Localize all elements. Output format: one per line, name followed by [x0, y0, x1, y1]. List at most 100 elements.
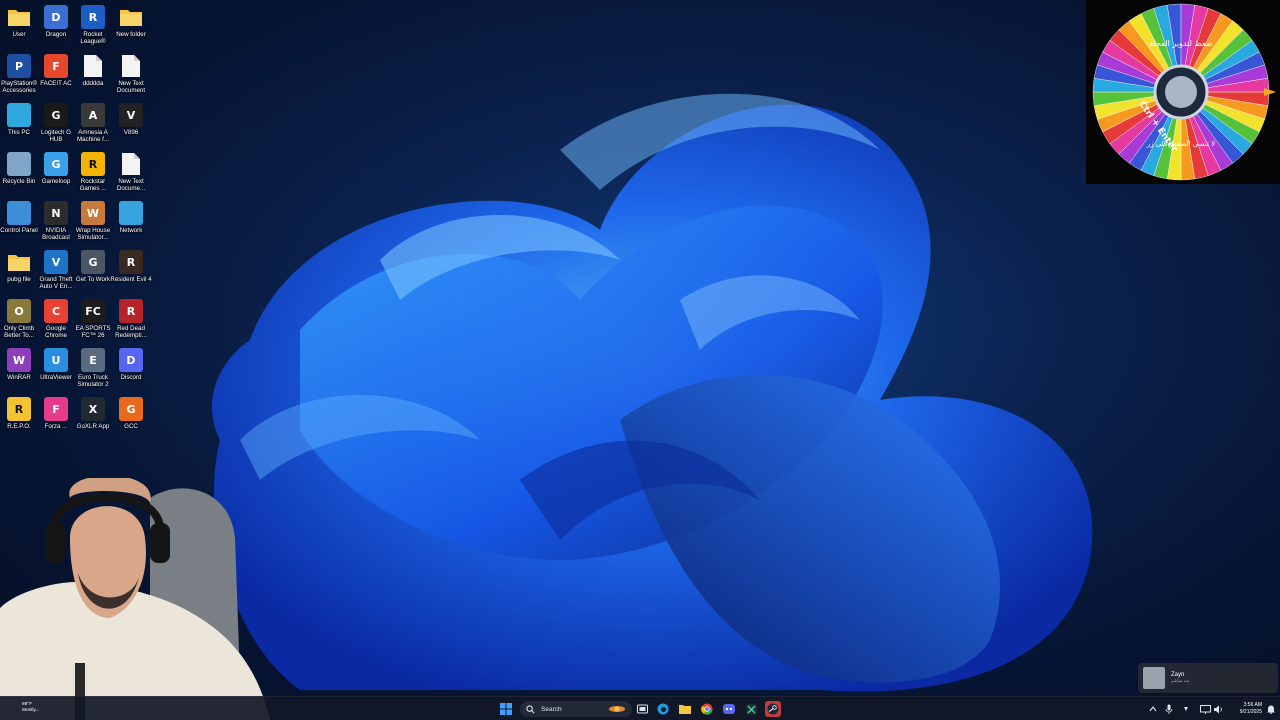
rockstar-icon: R — [81, 152, 105, 176]
desktop-icon-ultraviewer[interactable]: U UltraViewer — [37, 348, 75, 381]
desktop-icon-network[interactable]: Network — [112, 201, 150, 234]
discord-button[interactable] — [721, 701, 737, 717]
desktop-icon-r-e-p-o[interactable]: R R.E.P.O. — [0, 397, 38, 430]
desktop-icon-discord[interactable]: D Discord — [112, 348, 150, 381]
desktop-icon-euro-truck-simulator-2[interactable]: E Euro Truck Simulator 2 — [74, 348, 112, 388]
desktop-icon-label: Get To Work — [75, 276, 111, 283]
start-button[interactable] — [498, 701, 514, 717]
speaker-icon — [1214, 705, 1222, 713]
desktop-icon-this-pc[interactable]: This PC — [0, 103, 38, 136]
desktop-icon-new-folder[interactable]: New folder — [112, 5, 150, 38]
monitor-icon — [7, 103, 31, 127]
desktop-icon-label: FACEIT AC — [40, 80, 72, 87]
desktop-icon-new-text-document[interactable]: New Text Document — [112, 54, 150, 94]
get-to-work-icon: G — [81, 250, 105, 274]
desktop-icon-label: New Text Docume... — [116, 178, 146, 192]
taskbar-clock[interactable]: 3:56 AM 9/21/2025 — [1228, 702, 1262, 716]
desktop-icon-control-panel[interactable]: Control Panel — [0, 201, 38, 234]
desktop-icon-amnesia-a-machine-f[interactable]: A Amnesia A Machine f... — [74, 103, 112, 143]
desktop-icon-label: EA SPORTS FC™ 26 — [75, 325, 111, 339]
desktop-icon-logitech-g-hub[interactable]: G Logitech G HUB — [37, 103, 75, 143]
tray-overflow-button[interactable] — [1145, 701, 1161, 717]
desktop-icon-new-text-docume[interactable]: New Text Docume... — [112, 152, 150, 192]
desktop-icon-label: Resident Evil 4 — [110, 276, 152, 283]
text-file-icon — [119, 152, 143, 176]
volume-tray-button[interactable] — [1211, 701, 1227, 717]
desktop-icon-label: ddddda — [82, 80, 104, 87]
control-panel-icon — [7, 201, 31, 225]
desktop-icon-label: Logitech G HUB — [41, 129, 71, 143]
chevron-up-icon — [1149, 706, 1157, 712]
discord-icon — [723, 704, 735, 714]
notification-toast[interactable]: Zayn بث مباشر — [1138, 663, 1278, 693]
desktop-icon-wrap-house-simulator[interactable]: W Wrap House Simulator... — [74, 201, 112, 241]
desktop-icon-label: User — [12, 31, 26, 38]
desktop-icon-label: Rocket League® — [80, 31, 106, 45]
desktop-icon-winrar[interactable]: W WinRAR — [0, 348, 38, 381]
chrome-icon: C — [44, 299, 68, 323]
desktop-icon-user[interactable]: User — [0, 5, 38, 38]
desktop-icon-red-dead-redempti[interactable]: R Red Dead Redempti... — [112, 299, 150, 339]
desktop-icon-playstation-accessories[interactable]: P PlayStation® Accessories — [0, 54, 38, 94]
desktop-icon-ea-sports-fc-26[interactable]: FC EA SPORTS FC™ 26 — [74, 299, 112, 339]
notification-avatar — [1143, 667, 1165, 689]
edge-button[interactable] — [655, 701, 671, 717]
desktop-icon-goxlr-app[interactable]: X GoXLR App — [74, 397, 112, 430]
desktop-icon-label: Euro Truck Simulator 2 — [77, 374, 109, 388]
desktop-icon-resident-evil-4[interactable]: R Resident Evil 4 — [110, 250, 152, 283]
desktop-icon-ddddda[interactable]: ddddda — [74, 54, 112, 87]
microphone-tray-button[interactable] — [1161, 701, 1177, 717]
task-view-button[interactable] — [634, 701, 650, 717]
desktop-icon-only-climb-better-to[interactable]: O Only Climb Better To... — [0, 299, 38, 339]
goxlr-icon — [745, 703, 757, 715]
desktop-icon-gameloop[interactable]: G Gameloop — [37, 152, 75, 185]
desktop-icon-v896[interactable]: V V896 — [112, 103, 150, 136]
desktop-icon-label: pubg file — [7, 276, 31, 283]
wrap-house-icon: W — [81, 201, 105, 225]
amnesia-icon: A — [81, 103, 105, 127]
desktop-icon-label: Red Dead Redempti... — [115, 325, 147, 339]
language-icon — [1184, 707, 1188, 711]
search-icon — [526, 704, 535, 713]
notification-subtitle: بث مباشر — [1171, 678, 1190, 683]
desktop-icon-label: WinRAR — [7, 374, 31, 381]
microphone-icon — [1165, 704, 1173, 714]
desktop-icon-forza[interactable]: F Forza ... — [37, 397, 75, 430]
desktop-icon-dragon[interactable]: D Dragon — [37, 5, 75, 38]
text-file-icon — [81, 54, 105, 78]
file-explorer-button[interactable] — [677, 701, 693, 717]
ea-fc-icon: FC — [81, 299, 105, 323]
steam-button[interactable] — [765, 701, 781, 717]
resident-evil-icon: R — [119, 250, 143, 274]
desktop-icon-label: New folder — [116, 31, 146, 38]
desktop-icon-google-chrome[interactable]: C Google Chrome — [37, 299, 75, 339]
desktop-icon-label: Control Panel — [0, 227, 38, 234]
notification-center-button[interactable] — [1263, 701, 1279, 717]
spin-wheel: ضغط لتدوير العجلة لا تنسى الضغط على زر C… — [1092, 3, 1276, 181]
desktop-icon-pubg-file[interactable]: pubg file — [0, 250, 38, 283]
taskbar-search-box[interactable]: Search — [520, 701, 632, 717]
goxlr-button[interactable] — [743, 701, 759, 717]
bell-icon — [1267, 705, 1275, 714]
desktop-icon-rockstar-games[interactable]: R Rockstar Games ... — [74, 152, 112, 192]
chrome-button[interactable] — [699, 701, 715, 717]
desktop-icon-grand-theft-auto-v-en[interactable]: V Grand Theft Auto V En... — [37, 250, 75, 290]
desktop-icon-label: R.E.P.O. — [7, 423, 31, 430]
desktop-icon-rocket-league[interactable]: R Rocket League® — [74, 5, 112, 45]
weather-desc: Mostly... — [22, 708, 40, 713]
nvidia-icon: N — [44, 201, 68, 225]
desktop-icon-label: Recycle Bin — [2, 178, 36, 185]
recycle-bin-icon — [7, 152, 31, 176]
desktop-icon-nvidia-broadcast[interactable]: N NVIDIA Broadcast — [37, 201, 75, 241]
weather-widget[interactable]: 69°F Mostly... — [22, 702, 40, 714]
desktop-icon-label: New Text Document — [116, 80, 146, 94]
folder-icon — [7, 5, 31, 29]
wheel-bottom-text: لا تنسى الضغط على زر — [1146, 140, 1215, 148]
desktop-icon-label: GoXLR App — [76, 423, 110, 430]
windows-logo-icon — [500, 703, 512, 715]
language-tray-button[interactable] — [1178, 701, 1194, 717]
desktop-icon-get-to-work[interactable]: G Get To Work — [74, 250, 112, 283]
desktop-icon-faceit-ac[interactable]: F FACEIT AC — [37, 54, 75, 87]
desktop-icon-gcc[interactable]: G GCC — [112, 397, 150, 430]
desktop-icon-recycle-bin[interactable]: Recycle Bin — [0, 152, 38, 185]
